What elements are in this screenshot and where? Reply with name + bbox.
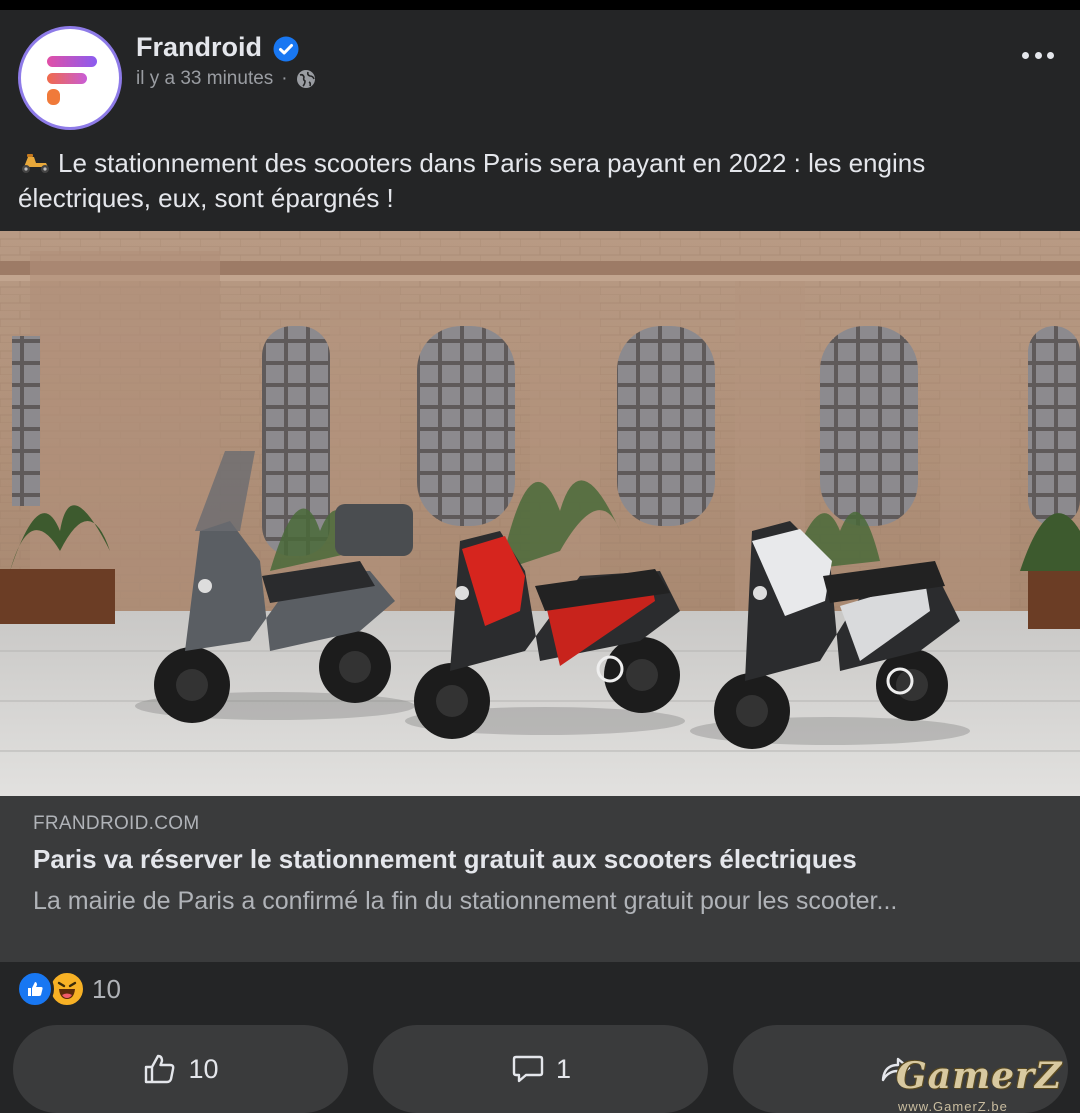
comment-button[interactable]: 1: [373, 1025, 708, 1113]
post-card: Frandroid il y a 33 minutes · Le station…: [0, 10, 1080, 1113]
watermark-brand: GamerZ: [896, 1055, 1063, 1097]
meta-separator: ·: [281, 68, 288, 89]
post-text: Le stationnement des scooters dans Paris…: [18, 146, 1058, 216]
link-preview[interactable]: FRANDROID.COM Paris va réserver le stati…: [0, 796, 1080, 962]
watermark-url: www.GamerZ.be: [898, 1099, 1008, 1113]
comment-count: 1: [555, 1053, 572, 1084]
post-image[interactable]: [0, 231, 1080, 796]
post-text-content: Le stationnement des scooters dans Paris…: [18, 148, 926, 213]
globe-icon: [296, 70, 315, 88]
dot-icon: [1034, 51, 1042, 59]
like-button[interactable]: 10: [13, 1025, 348, 1113]
reaction-count: 10: [92, 973, 121, 1004]
link-description: La mairie de Paris a confirmé la fin du …: [33, 887, 898, 915]
like-count: 10: [188, 1053, 219, 1084]
top-bar: [0, 0, 1080, 10]
post-timestamp[interactable]: il y a 33 minutes: [136, 68, 273, 90]
link-domain: FRANDROID.COM: [33, 813, 200, 834]
page-avatar[interactable]: [18, 26, 122, 130]
verified-badge-icon: [273, 36, 299, 62]
dot-icon: [1022, 51, 1029, 59]
thumbs-up-icon: [145, 1054, 175, 1084]
post-meta: il y a 33 minutes ·: [136, 68, 316, 90]
more-options-button[interactable]: [1018, 40, 1058, 70]
frandroid-logo-icon: [47, 56, 97, 105]
motor-scooter-emoji: [22, 154, 49, 173]
page-name[interactable]: Frandroid: [136, 32, 262, 63]
link-title[interactable]: Paris va réserver le stationnement gratu…: [33, 844, 857, 875]
reactions-summary[interactable]: 10: [16, 970, 121, 1008]
gamerz-watermark: GamerZ www.GamerZ.be: [876, 1055, 1066, 1113]
scooters-photo: [0, 231, 1080, 796]
dot-icon: [1047, 51, 1054, 59]
comment-icon: [512, 1055, 544, 1083]
like-reaction-icon: [16, 970, 54, 1008]
